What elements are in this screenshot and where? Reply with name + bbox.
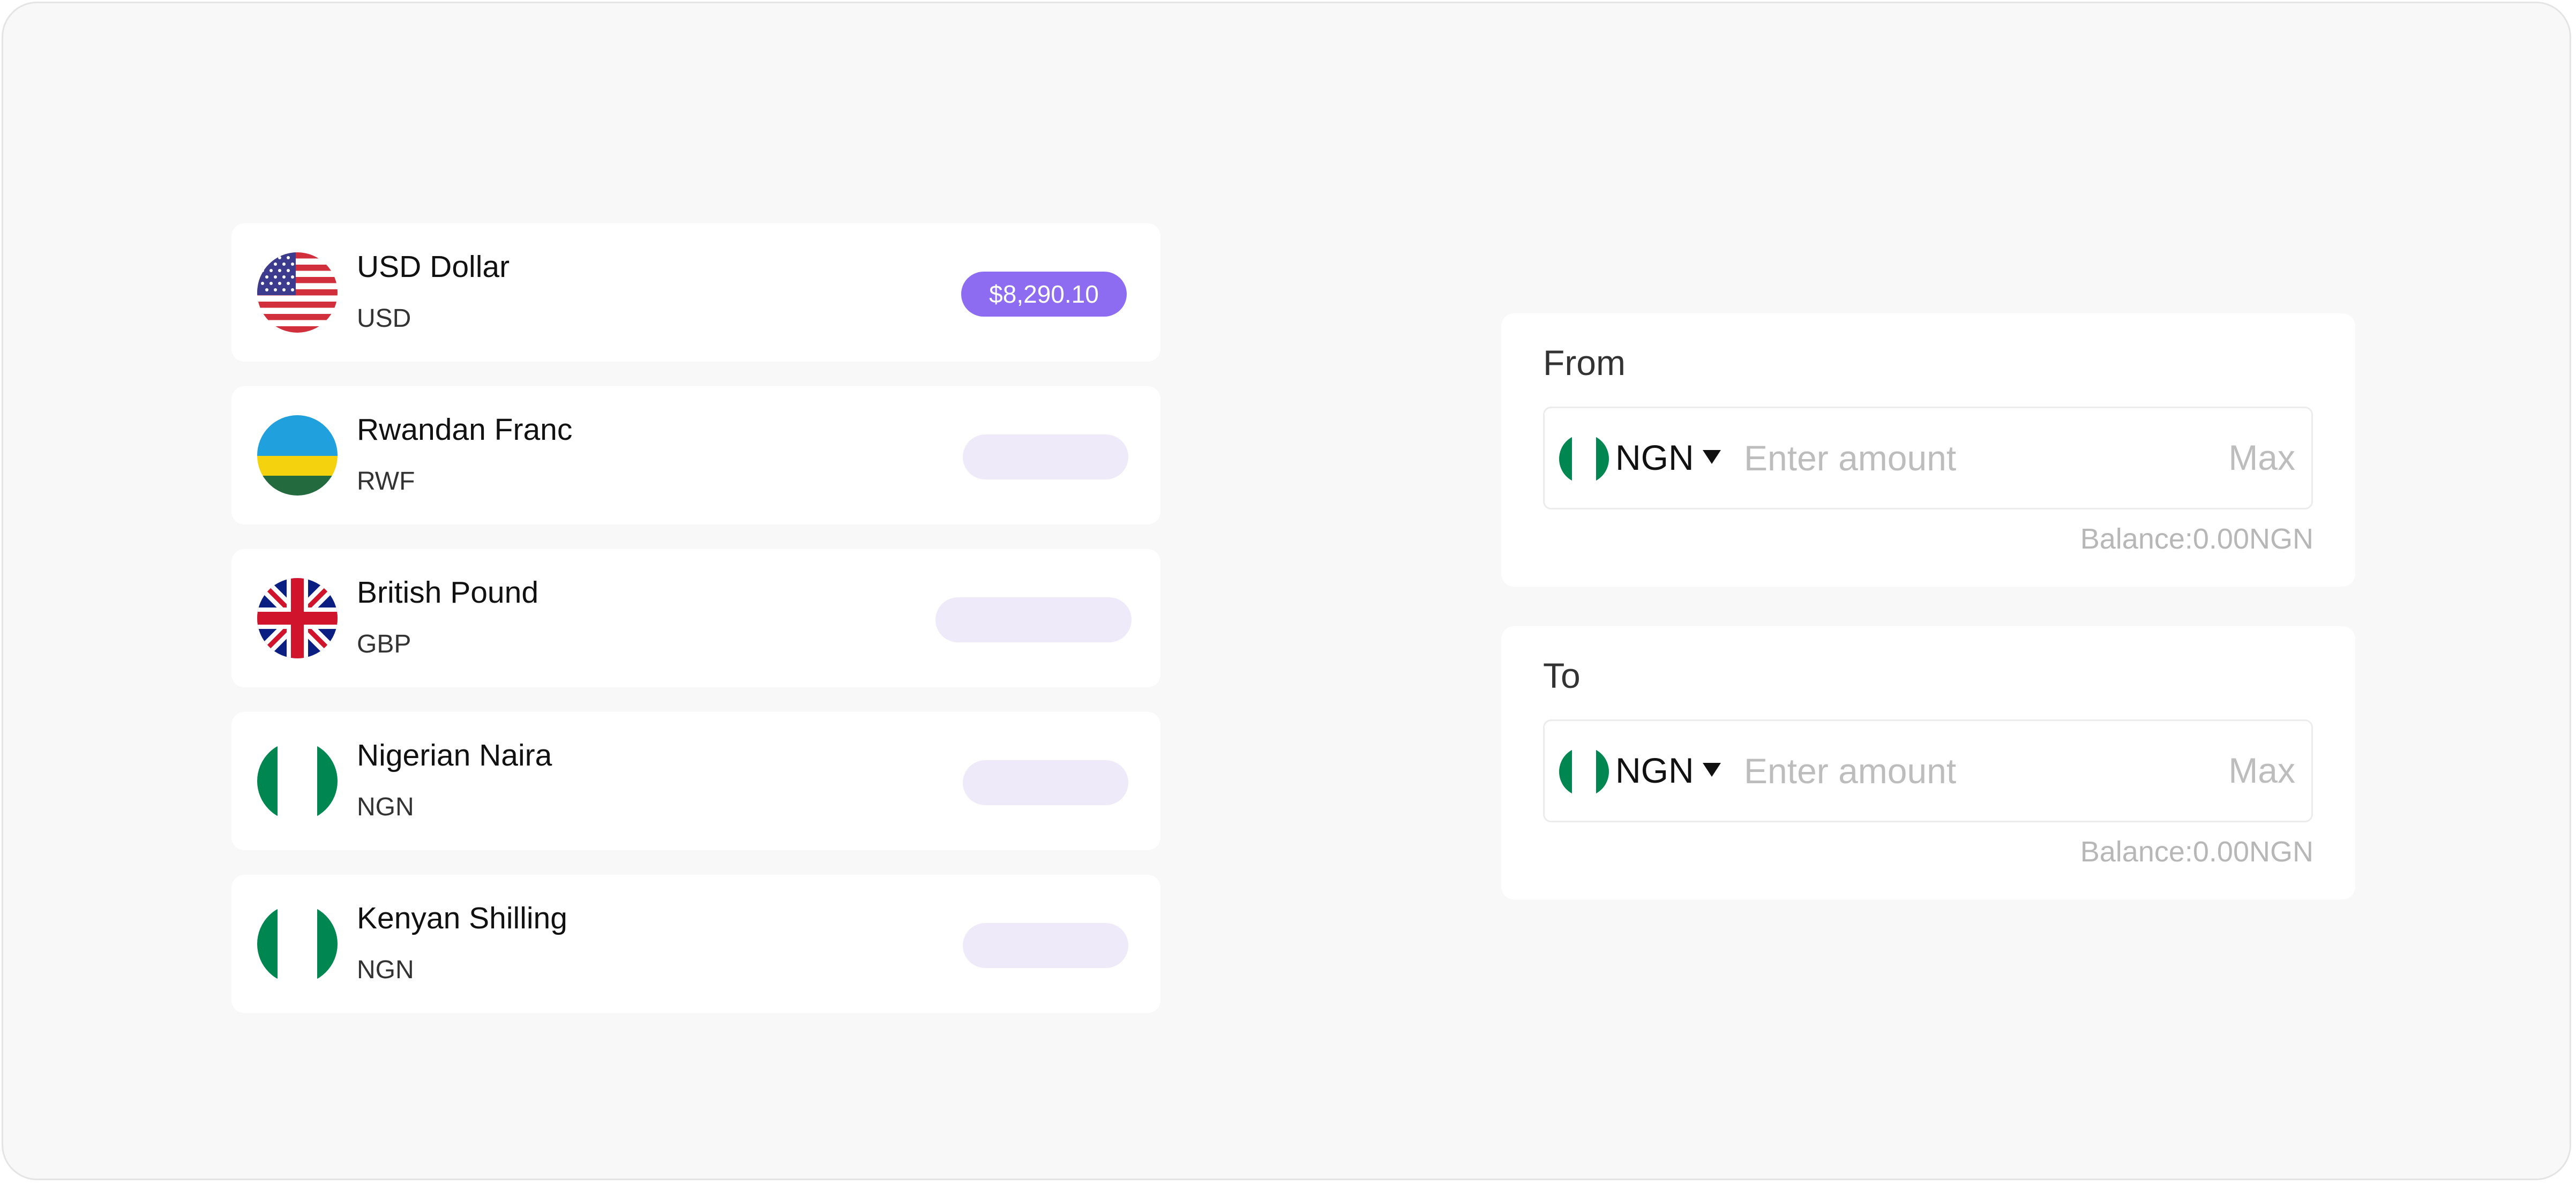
- chevron-down-icon[interactable]: [1703, 763, 1721, 777]
- currency-name: Kenyan Shilling: [357, 901, 567, 935]
- currency-code: NGN: [357, 793, 414, 821]
- currency-item-kes[interactable]: Kenyan Shilling NGN: [231, 875, 1160, 1013]
- to-balance: Balance:0.00NGN: [2080, 836, 2313, 868]
- balance-skeleton: [935, 597, 1132, 642]
- us-flag-icon: [257, 252, 338, 333]
- currency-code: USD: [357, 304, 411, 333]
- currency-name: Rwandan Franc: [357, 412, 573, 447]
- to-amount-field: NGN Max: [1543, 719, 2313, 822]
- app-frame: USD Dollar USD $8,290.10 Rwandan Franc R…: [2, 2, 2571, 1180]
- currency-code: GBP: [357, 630, 411, 658]
- from-amount-field: NGN Max: [1543, 407, 2313, 509]
- balance-skeleton: [963, 923, 1128, 968]
- uk-flag-icon: [257, 578, 338, 658]
- to-amount-input[interactable]: [1744, 740, 2199, 801]
- balance-skeleton: [963, 434, 1128, 479]
- currency-item-gbp[interactable]: British Pound GBP: [231, 549, 1160, 687]
- chevron-down-icon[interactable]: [1703, 450, 1721, 464]
- from-panel: From NGN Max Balance:0.00NGN: [1501, 313, 2355, 587]
- currency-code: NGN: [357, 956, 414, 984]
- nigeria-flag-icon: [257, 904, 338, 984]
- nigeria-flag-icon: [257, 741, 338, 821]
- to-panel: To NGN Max Balance:0.00NGN: [1501, 626, 2355, 899]
- from-label: From: [1543, 343, 1626, 382]
- from-balance: Balance:0.00NGN: [2080, 523, 2313, 555]
- currency-item-rwf[interactable]: Rwandan Franc RWF: [231, 386, 1160, 524]
- balance-skeleton: [963, 760, 1128, 805]
- nigeria-flag-icon: [1559, 747, 1609, 797]
- from-amount-input[interactable]: [1744, 428, 2199, 489]
- from-max-button[interactable]: Max: [2228, 437, 2295, 478]
- to-currency-select[interactable]: NGN: [1615, 750, 1694, 791]
- to-label: To: [1543, 656, 1581, 695]
- currency-name: USD Dollar: [357, 250, 510, 284]
- currency-code: RWF: [357, 467, 415, 496]
- currency-item-usd[interactable]: USD Dollar USD $8,290.10: [231, 223, 1160, 362]
- from-currency-select[interactable]: NGN: [1615, 437, 1694, 478]
- currency-name: Nigerian Naira: [357, 738, 552, 772]
- balance-badge: $8,290.10: [961, 272, 1127, 317]
- to-max-button[interactable]: Max: [2228, 750, 2295, 791]
- currency-name: British Pound: [357, 575, 539, 610]
- rwanda-flag-icon: [257, 415, 338, 496]
- currency-item-ngn[interactable]: Nigerian Naira NGN: [231, 712, 1160, 850]
- nigeria-flag-icon: [1559, 434, 1609, 484]
